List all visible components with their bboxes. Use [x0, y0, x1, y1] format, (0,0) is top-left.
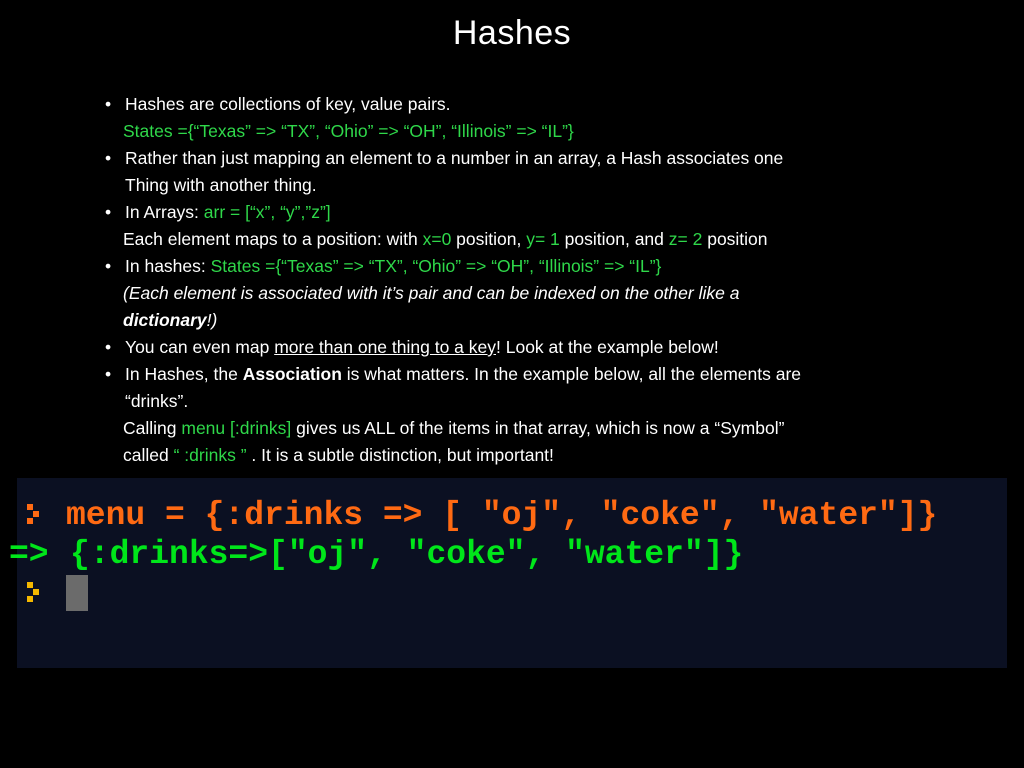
bullet-2-cont: Thing with another thing.	[125, 175, 317, 195]
underlined-text: more than one thing to a key	[274, 337, 496, 357]
text: is what matters. In the example below, a…	[341, 364, 802, 384]
terminal-cursor	[66, 575, 88, 611]
bullet-text: In Arrays:	[125, 202, 204, 222]
text: position	[702, 229, 768, 249]
bullet-text: Rather than just mapping an element to a…	[125, 148, 784, 168]
text: position,	[451, 229, 527, 249]
arr-code: arr = [“x”, “y”,”z”]	[203, 202, 331, 222]
symbol-code: “ :drinks ”	[173, 445, 252, 465]
text: position, and	[559, 229, 669, 249]
association-bold: Association	[242, 364, 342, 384]
dictionary-note-cont: dictionary!)	[105, 307, 905, 334]
output-arrow: =>	[9, 536, 49, 573]
bullet-3: In Arrays: arr = [“x”, “y”,”z”]	[105, 199, 905, 226]
prompt-icon	[27, 582, 43, 602]
code-y: y= 1	[526, 229, 560, 249]
states-code: States ={“Texas” => “TX”, “Ohio” => “OH”…	[123, 121, 574, 141]
text: gives us ALL of the items in that array,…	[291, 418, 785, 438]
text: You can even map	[125, 337, 275, 357]
called-line: called “ :drinks ” . It is a subtle dist…	[105, 442, 905, 469]
bullet-text: In hashes:	[125, 256, 211, 276]
code-x: x=0	[422, 229, 452, 249]
bullet-6: In Hashes, the Association is what matte…	[105, 361, 905, 388]
bullet-4: In hashes: States ={“Texas” => “TX”, “Oh…	[105, 253, 905, 280]
text: Calling	[123, 418, 182, 438]
states-code: States ={“Texas” => “TX”, “Ohio” => “OH”…	[210, 256, 662, 276]
prompt-icon	[27, 504, 43, 524]
text: called	[123, 445, 174, 465]
terminal-output: {:drinks=>["oj", "coke", "water"]}	[70, 536, 744, 573]
bullet-5: You can even map more than one thing to …	[105, 334, 905, 361]
dictionary-note: (Each element is associated with it’s pa…	[123, 283, 740, 303]
bullet-6-cont: “drinks”.	[125, 391, 189, 411]
terminal-screenshot: menu = {:drinks => [ "oj", "coke", "wate…	[9, 478, 1007, 668]
bullet-2: Rather than just mapping an element to a…	[105, 145, 905, 172]
menu-code: menu [:drinks]	[181, 418, 292, 438]
text: Each element maps to a position: with	[123, 229, 423, 249]
text: ! Look at the example below!	[496, 337, 719, 357]
bullet-1: Hashes are collections of key, value pai…	[105, 91, 905, 118]
text: In Hashes, the	[125, 364, 243, 384]
code-z: z= 2	[668, 229, 703, 249]
terminal-input: menu = {:drinks => [ "oj", "coke", "wate…	[66, 497, 938, 534]
slide-title: Hashes	[452, 14, 572, 52]
slide-body: Hashes are collections of key, value pai…	[105, 91, 905, 469]
array-explanation: Each element maps to a position: with x=…	[105, 226, 905, 253]
text: !)	[206, 310, 218, 330]
bullet-text: Hashes are collections of key, value pai…	[125, 94, 451, 114]
text: . It is a subtle distinction, but import…	[251, 445, 554, 465]
calling-line: Calling menu [:drinks] gives us ALL of t…	[105, 415, 905, 442]
dictionary-bold: dictionary	[123, 310, 207, 330]
